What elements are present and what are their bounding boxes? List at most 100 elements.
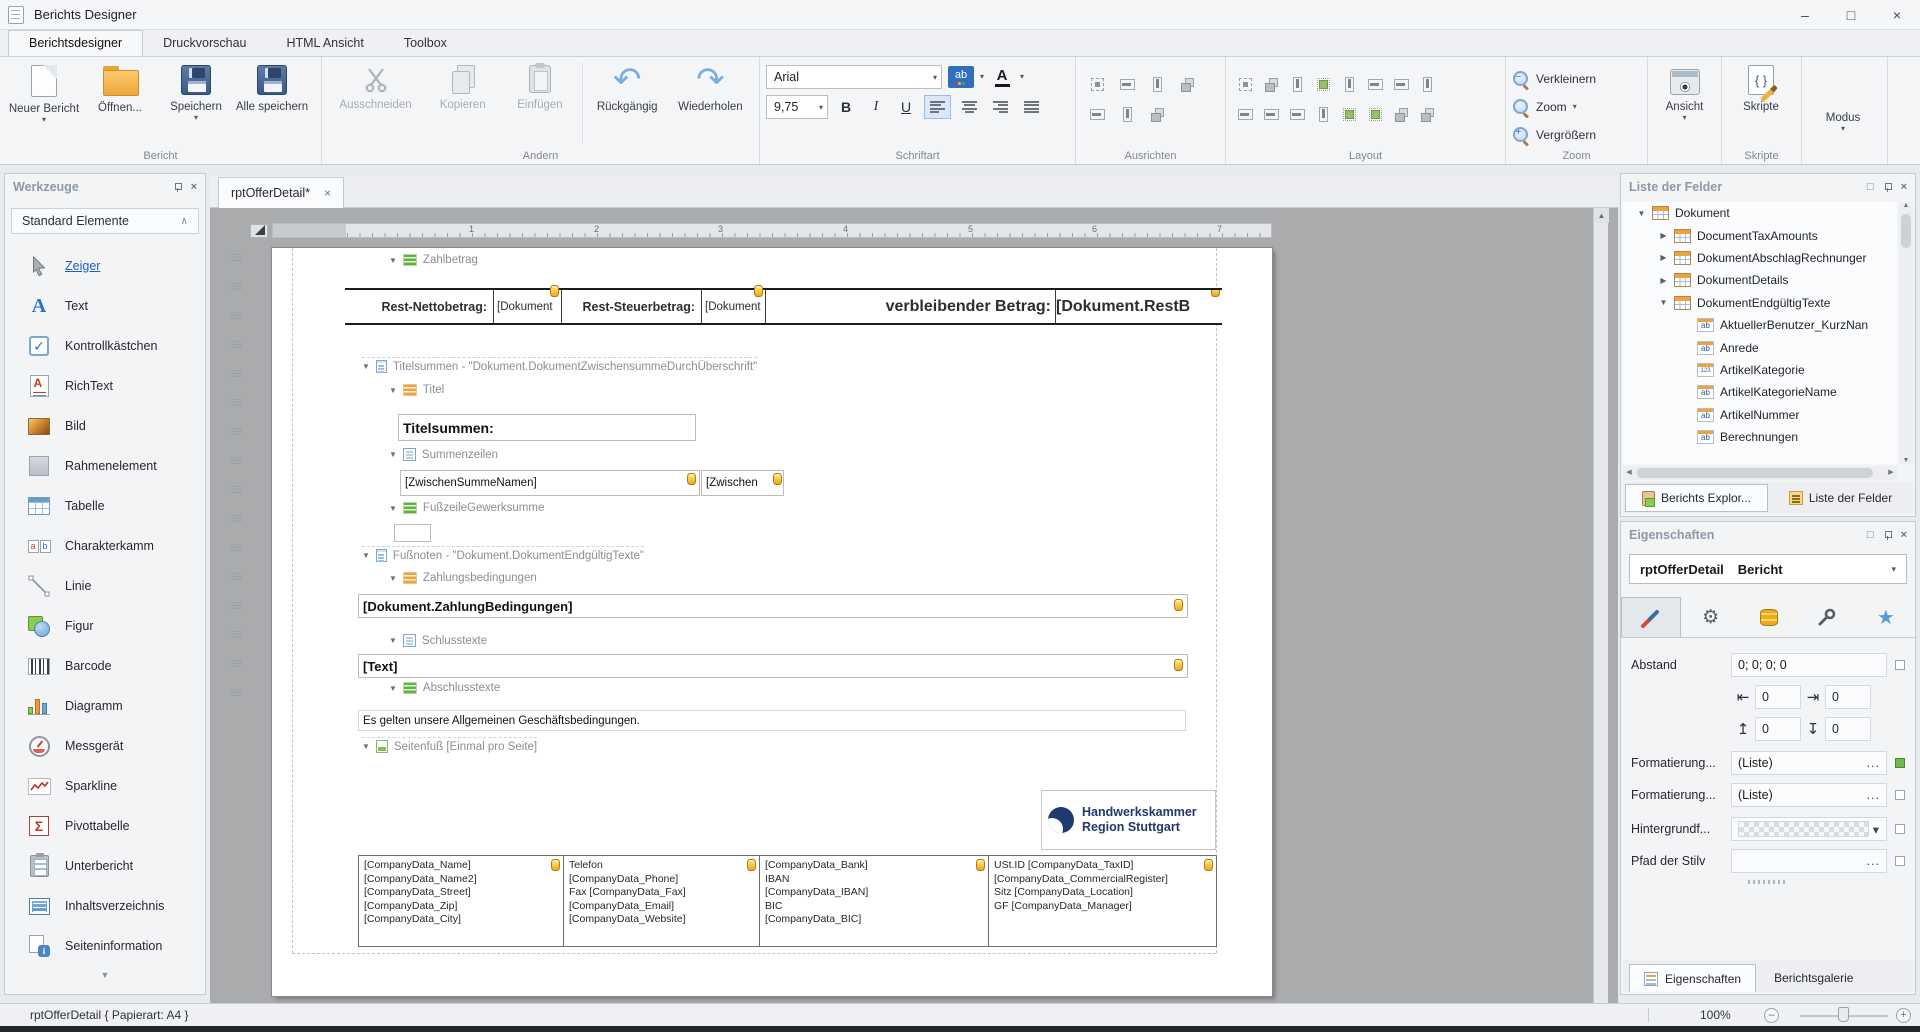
toolbox-item-charakterkamm[interactable]: ab Charakterkamm	[5, 526, 205, 566]
toolbox-item-inhaltsverzeichnis[interactable]: Inhaltsverzeichnis	[5, 886, 205, 926]
collapse-icon[interactable]: ▼	[389, 636, 397, 645]
stylesheet-value[interactable]: ...	[1731, 849, 1887, 873]
checkbox-icon[interactable]	[1895, 660, 1905, 670]
tab-liste-der-felder[interactable]: Liste der Felder	[1770, 484, 1911, 512]
tree-field-artikelnummer[interactable]: abArtikelNummer	[1623, 404, 1897, 426]
layout-vspace-dec-icon[interactable]	[1289, 106, 1306, 123]
tab-design[interactable]	[1798, 597, 1856, 637]
object-selector-combo[interactable]: rptOfferDetail Bericht ▾	[1629, 554, 1907, 584]
expander-icon[interactable]: ▼	[1637, 209, 1646, 218]
save-button[interactable]: Speichern▾	[158, 61, 234, 145]
chevron-down-icon[interactable]: ▾	[1873, 822, 1880, 837]
design-canvas[interactable]: 1 2 3 4 5 6 7 ▲ ▼ Zahlbetrag	[210, 208, 1618, 1003]
tab-eigenschaften[interactable]: Eigenschaften	[1629, 964, 1756, 992]
toolbox-section-header[interactable]: Standard Elemente ∧	[11, 208, 199, 234]
minimize-button[interactable]: –	[1782, 0, 1828, 29]
close-icon[interactable]: ×	[191, 181, 197, 193]
toolbox-item-figur[interactable]: Figur	[5, 606, 205, 646]
mode-button[interactable]: Modus ▾	[1808, 61, 1878, 145]
maximize-button[interactable]: □	[1828, 0, 1874, 29]
toolbox-item-linie[interactable]: Linie	[5, 566, 205, 606]
close-button[interactable]: ×	[1874, 0, 1920, 29]
checkbox-icon[interactable]	[1895, 856, 1905, 866]
ellipsis-button[interactable]: ...	[1867, 788, 1880, 802]
expander-icon[interactable]: ▶	[1659, 276, 1668, 285]
align-lefts-icon[interactable]	[1119, 76, 1136, 93]
tab-appearance[interactable]	[1621, 597, 1681, 637]
font-size-combo[interactable]: 9,75▾	[766, 95, 828, 119]
layout-center-h-icon[interactable]	[1341, 106, 1358, 123]
company-col-contact[interactable]: Telefon [CompanyData_Phone] Fax [Company…	[564, 856, 760, 946]
pin-icon[interactable]	[1884, 531, 1891, 540]
toolbox-item-rahmenelement[interactable]: Rahmenelement	[5, 446, 205, 486]
pad-bottom-input[interactable]: 0	[1825, 717, 1871, 741]
scroll-up-icon[interactable]: ▲	[1594, 208, 1609, 223]
layout-same-width-icon[interactable]	[1263, 76, 1280, 93]
collapse-icon[interactable]: ▼	[389, 450, 397, 459]
toolbox-item-text[interactable]: A Text	[5, 286, 205, 326]
pin-icon[interactable]	[1884, 183, 1891, 192]
pad-right-input[interactable]: 0	[1825, 685, 1871, 709]
agb-text-field[interactable]: Es gelten unsere Allgemeinen Geschäftsbe…	[358, 710, 1186, 731]
layout-vspace-inc-icon[interactable]	[1263, 106, 1280, 123]
band-zahlbetrag[interactable]: ▼ Zahlbetrag	[389, 254, 478, 266]
chevron-down-icon[interactable]: ▾	[980, 73, 984, 81]
layout-size-icon[interactable]	[1237, 76, 1254, 93]
layout-hspace-icon[interactable]	[1341, 76, 1358, 93]
company-col-legal[interactable]: USt.ID [CompanyData_TaxID] [CompanyData_…	[989, 856, 1216, 946]
italic-button[interactable]: I	[864, 95, 888, 119]
align-right-button[interactable]	[988, 95, 1013, 119]
expander-icon[interactable]: ▼	[1659, 298, 1668, 307]
empty-field[interactable]	[394, 524, 431, 542]
paste-button[interactable]: Einfügen	[502, 61, 577, 145]
justify-button[interactable]	[1019, 95, 1044, 119]
scroll-left-icon[interactable]: ◀	[1623, 466, 1635, 480]
toolbox-item-richtext[interactable]: RichText	[5, 366, 205, 406]
tab-berichtsgalerie[interactable]: Berichtsgalerie	[1760, 964, 1867, 992]
rest-steuer-label[interactable]: Rest-Steuerbetrag:	[561, 290, 701, 323]
undo-button[interactable]: ↶ Rückgängig	[587, 61, 668, 145]
align-tops-icon[interactable]	[1089, 106, 1106, 123]
font-color-button[interactable]: A	[990, 66, 1014, 88]
toolbox-item-bild[interactable]: Bild	[5, 406, 205, 446]
collapse-icon[interactable]: ▼	[362, 551, 370, 560]
collapse-icon[interactable]: ▼	[362, 362, 370, 371]
scroll-right-icon[interactable]: ▶	[1885, 466, 1897, 480]
tree-field-artikelkategorie[interactable]: 123ArtikelKategorie	[1623, 359, 1897, 381]
layout-same-size-icon[interactable]	[1315, 76, 1332, 93]
formatierung2-value[interactable]: (Liste) ...	[1731, 783, 1887, 807]
align-middles-icon[interactable]	[1119, 106, 1136, 123]
font-name-combo[interactable]: Arial▾	[766, 65, 942, 89]
zoom-slider-thumb[interactable]	[1838, 1007, 1849, 1022]
rest-netto-field[interactable]: [Dokument	[493, 290, 561, 323]
chevron-down-icon[interactable]: ▾	[1020, 73, 1024, 81]
tab-favorites[interactable]: ★	[1857, 597, 1915, 637]
layout-vspace-remove-icon[interactable]	[1315, 106, 1332, 123]
pin-icon[interactable]	[174, 183, 181, 192]
toolbox-item-zeiger[interactable]: Zeiger	[5, 246, 205, 286]
align-centers-icon[interactable]	[1149, 76, 1166, 93]
toolbox-item-pivottabelle[interactable]: Σ Pivottabelle	[5, 806, 205, 846]
tree-node-abschlagrechnungen[interactable]: ▶DokumentAbschlagRechnunger	[1623, 247, 1897, 269]
ellipsis-button[interactable]: ...	[1867, 854, 1880, 868]
tree-field-anrede[interactable]: abAnrede	[1623, 336, 1897, 358]
zoom-out-button[interactable]: – Verkleinern	[1512, 67, 1596, 91]
tab-data[interactable]	[1740, 597, 1798, 637]
layout-hspace-dec-icon[interactable]	[1393, 76, 1410, 93]
restore-icon[interactable]: □	[1867, 529, 1874, 541]
cut-button[interactable]: Ausschneiden	[328, 61, 423, 145]
tab-berichtsdesigner[interactable]: Berichtsdesigner	[8, 30, 143, 56]
tab-toolbox[interactable]: Toolbox	[384, 31, 467, 56]
align-grid-icon[interactable]	[1089, 76, 1106, 93]
checkbox-icon[interactable]	[1895, 824, 1905, 834]
band-summenzeilen[interactable]: ▼ Summenzeilen	[389, 448, 498, 461]
vertical-scrollbar[interactable]: ▲	[1593, 208, 1608, 1003]
band-fussnoten[interactable]: ▼ Fußnoten - "Dokument.DokumentEndgültig…	[362, 546, 644, 562]
zoom-out-button[interactable]: –	[1764, 1008, 1779, 1023]
zoom-in-button[interactable]: + Vergrößern	[1512, 123, 1596, 147]
bold-button[interactable]: B	[834, 95, 858, 119]
expander-icon[interactable]: ▶	[1659, 253, 1668, 262]
band-abschlusstexte[interactable]: ▼ Abschlusstexte	[389, 682, 500, 694]
band-titel[interactable]: ▼ Titel	[389, 384, 444, 396]
zwischensumme-name-field[interactable]: [ZwischenSummeNamen]	[400, 470, 700, 496]
